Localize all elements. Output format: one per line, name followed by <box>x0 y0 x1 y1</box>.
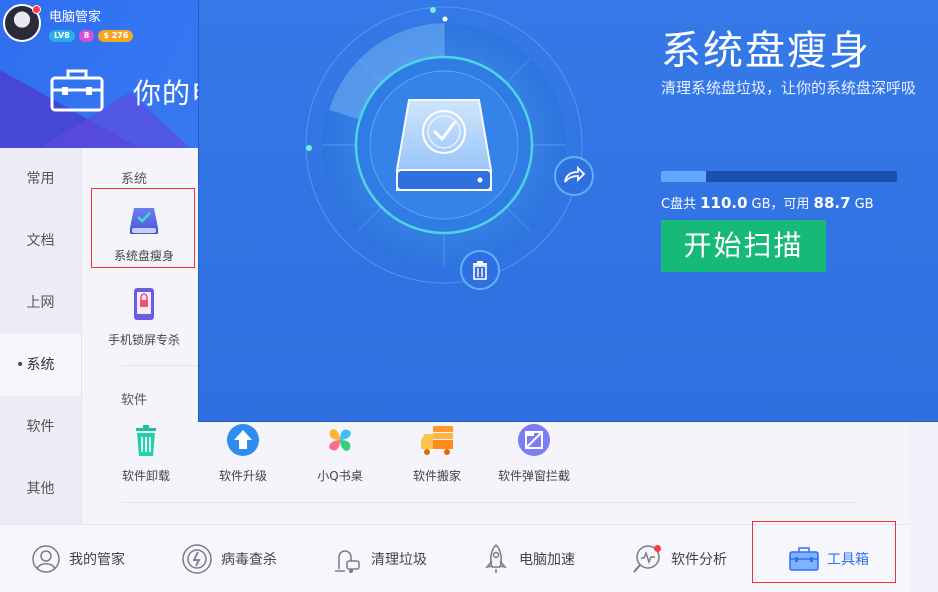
truck-icon <box>421 426 453 455</box>
tool-label: 软件弹窗拦截 <box>497 469 570 483</box>
disk-slim-popup: 系统盘瘦身 清理系统盘垃圾，让你的系统盘深呼吸 C盘共 110.0 GB，可用 88.… <box>198 0 938 422</box>
popup-block-icon <box>518 424 550 456</box>
nav-speed-up[interactable]: 电脑加速 <box>481 525 575 592</box>
notification-dot <box>32 5 41 14</box>
coin-badge[interactable]: $ 276 <box>98 30 134 42</box>
disk-gauge <box>305 6 583 284</box>
disk-total-prefix: C盘共 <box>661 197 697 212</box>
sidebar-item-system[interactable]: 系统 <box>0 334 81 396</box>
username[interactable]: 电脑管家 <box>49 6 101 25</box>
rocket-icon <box>485 543 507 573</box>
disk-free: 88.7 <box>813 194 851 212</box>
tool-move-software[interactable]: 软件搬家 <box>389 422 485 484</box>
vacuum-icon <box>335 550 360 573</box>
virus-scan-icon <box>182 544 212 574</box>
nav-my-butler[interactable]: 我的管家 <box>31 525 125 592</box>
user-badges: LV8 8 $ 276 <box>49 30 134 42</box>
sidebar-item-internet[interactable]: 上网 <box>0 272 81 334</box>
tool-label: 手机锁屏专杀 <box>107 333 180 347</box>
tool-upgrade[interactable]: 软件升级 <box>195 422 291 484</box>
nav-label: 我的管家 <box>69 552 125 568</box>
disk-usage-fill <box>661 171 706 182</box>
disk-free-prefix: ，可用 <box>770 197 810 212</box>
nav-virus-scan[interactable]: 病毒查杀 <box>181 525 277 592</box>
tool-label: 软件搬家 <box>412 469 461 483</box>
share-button[interactable] <box>554 156 594 196</box>
section-title-software: 软件 <box>121 393 148 408</box>
phone-lock-icon <box>134 288 154 320</box>
section-title-system: 系统 <box>121 172 148 187</box>
nav-label: 清理垃圾 <box>371 552 427 568</box>
pinwheel-icon <box>329 429 351 451</box>
trash-icon <box>473 261 487 280</box>
disk-usage-bar <box>661 171 897 182</box>
upgrade-icon <box>227 424 259 456</box>
nav-label: 病毒查杀 <box>221 552 277 568</box>
tool-uninstall[interactable]: 软件卸载 <box>98 422 194 484</box>
sidebar-item-common[interactable]: 常用 <box>0 148 81 210</box>
toolbox-icon <box>50 69 104 112</box>
vip-badge[interactable]: 8 <box>78 30 95 42</box>
nav-label: 软件分析 <box>671 552 727 568</box>
nav-software-analysis[interactable]: 软件分析 <box>631 525 727 592</box>
tool-label: 小Q书桌 <box>317 469 363 483</box>
highlight-box-toolbox <box>752 521 896 583</box>
share-icon <box>564 165 586 183</box>
tool-popup-block[interactable]: 软件弹窗拦截 <box>486 422 582 484</box>
level-badge[interactable]: LV8 <box>49 30 75 42</box>
sidebar: 常用 文档 上网 系统 软件 其他 <box>0 148 82 524</box>
nav-clean-junk[interactable]: 清理垃圾 <box>331 525 427 592</box>
popup-subtitle: 清理系统盘垃圾，让你的系统盘深呼吸 <box>661 79 917 97</box>
disk-unit-2: GB <box>854 197 874 212</box>
notification-dot <box>654 545 661 552</box>
bottom-nav: 我的管家 病毒查杀 清理垃圾 电脑加速 软件分析 工具箱 <box>0 521 910 592</box>
tool-q-desk[interactable]: 小Q书桌 <box>292 422 388 484</box>
highlight-box-disk-slim <box>91 188 195 268</box>
sidebar-item-documents[interactable]: 文档 <box>0 210 81 272</box>
disk-total: 110.0 <box>700 194 748 212</box>
disk-unit: GB <box>751 197 771 212</box>
tool-phone-lock[interactable]: 手机锁屏专杀 <box>96 286 192 348</box>
butler-icon <box>32 545 60 573</box>
section-divider-2 <box>121 502 858 503</box>
sidebar-item-other[interactable]: 其他 <box>0 458 81 520</box>
disk-info: C盘共 110.0 GB，可用 88.7 GB <box>661 193 874 212</box>
nav-label: 电脑加速 <box>519 552 575 568</box>
popup-title: 系统盘瘦身 <box>661 28 871 74</box>
start-scan-button[interactable]: 开始扫描 <box>661 220 826 272</box>
tool-label: 软件卸载 <box>121 469 170 483</box>
sidebar-item-software[interactable]: 软件 <box>0 396 81 458</box>
trash-icon <box>136 425 156 456</box>
trash-button[interactable] <box>460 250 500 290</box>
tool-label: 软件升级 <box>218 469 267 483</box>
